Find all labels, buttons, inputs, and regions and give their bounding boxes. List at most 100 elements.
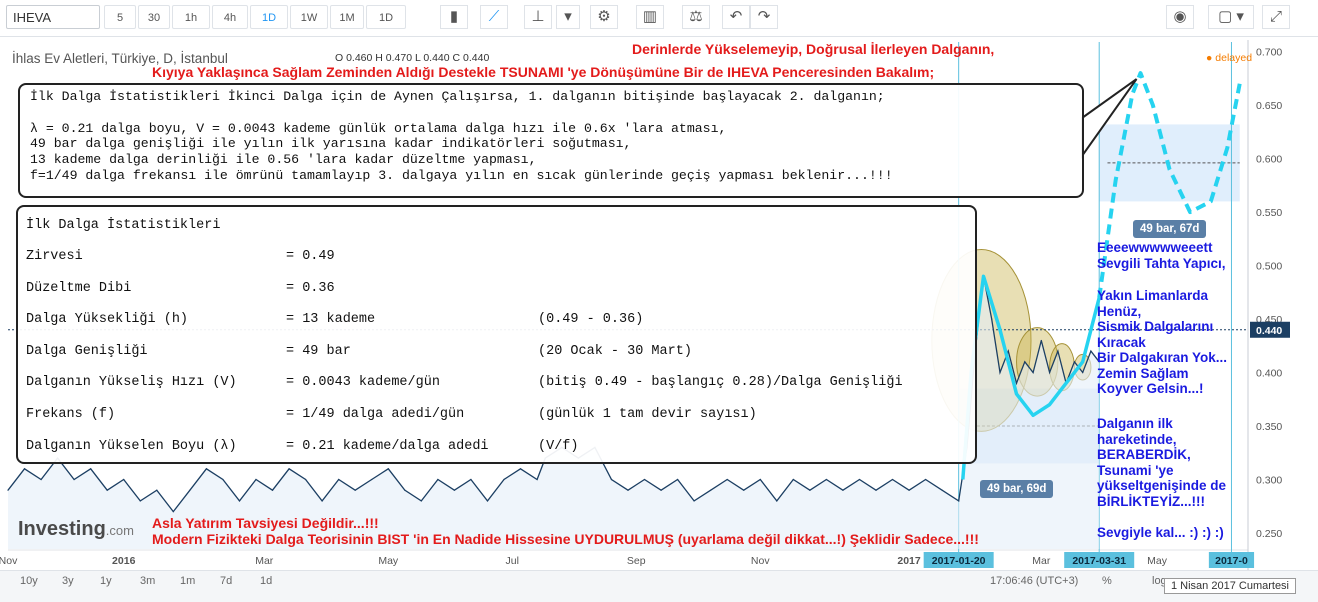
price-point	[842, 489, 844, 491]
range-label-first: 49 bar, 69d	[980, 480, 1054, 498]
callout-line: f=1/49 dalga frekansı ile ömrünü tamamla…	[30, 167, 893, 183]
stats-value: = 0.36	[286, 280, 335, 296]
price-point	[271, 489, 274, 491]
y-tick-label: 0.500	[1256, 261, 1282, 273]
price-point	[726, 478, 728, 481]
price-point	[40, 478, 42, 481]
x-tick-label: 2017-01-20	[932, 555, 986, 567]
date-tooltip: 1 Nisan 2017 Cumartesi	[1164, 578, 1297, 594]
investing-logo: Investing.com	[18, 518, 134, 541]
y-axis-labels: 0.2500.3000.3500.4000.4500.5000.5500.600…	[1250, 47, 1290, 540]
price-point	[776, 500, 778, 502]
stats-value: = 0.49	[286, 249, 335, 264]
note-breakwater: Yakın Limanlarda Henüz, Sismik Dalgaları…	[1097, 288, 1228, 396]
price-point	[1015, 382, 1018, 384]
range-button-1d[interactable]: 1d	[260, 575, 272, 587]
price-point	[90, 468, 92, 470]
stats-row: Zirvesi = 0.49	[26, 241, 967, 273]
stats-row: Frekans (f) = 1/49 dalga adedi/gün (günlük…	[26, 399, 967, 431]
range-label-second: 49 bar, 67d	[1133, 220, 1207, 238]
projection-callout: İlk Dalga İstatistikleri İkinci Dalga iç…	[18, 83, 1084, 198]
headline-line-2: Kıyıya Yaklaşınca Sağlam Zeminden Aldığı…	[152, 64, 935, 80]
price-point	[792, 478, 794, 481]
price-point	[305, 478, 307, 481]
callout-line: İlk Dalga İstatistikleri İkinci Dalga iç…	[30, 89, 885, 104]
stats-row: Dalga Yüksekliği (h) = 13 kademe (0.49 - 0…	[26, 304, 967, 336]
range-button-1y[interactable]: 1y	[100, 575, 112, 587]
price-point	[908, 489, 910, 491]
x-tick-label: Mar	[255, 555, 274, 567]
percent-toggle[interactable]: %	[1102, 575, 1112, 587]
x-tick-label: Mar	[1032, 555, 1051, 567]
price-point	[991, 318, 993, 320]
y-tick-label: 0.250	[1256, 528, 1282, 540]
price-point	[222, 478, 224, 481]
price-point	[1057, 350, 1059, 352]
price-point	[1032, 371, 1034, 374]
price-point	[156, 489, 158, 491]
price-point	[404, 489, 406, 491]
stats-title: İlk Dalga İstatistikleri	[26, 218, 221, 233]
x-tick-label: Nov	[751, 555, 770, 567]
price-point	[106, 489, 108, 491]
price-point	[139, 500, 141, 502]
ohlc-values: O 0.460 H 0.470 L 0.440 C 0.440	[335, 52, 490, 64]
price-point	[387, 468, 389, 470]
price-point	[941, 489, 943, 491]
price-point	[743, 489, 745, 491]
price-point	[1082, 371, 1084, 374]
stats-rows: Zirvesi = 0.49 Düzeltme Dibi = 0.36 Dalga Yü…	[26, 241, 967, 462]
stats-note: (0.49 - 0.36)	[538, 312, 644, 328]
price-point	[536, 478, 538, 481]
stats-row: Dalganın Yükseliş Hızı (V) = 0.0043 kadem…	[26, 367, 967, 399]
price-point	[858, 478, 861, 481]
price-point	[205, 468, 207, 470]
stats-label: Dalganın Yükselen Boyu (λ)	[26, 438, 237, 454]
stats-note: (bitiş 0.49 - başlangıç 0.28)/Dalga Geni…	[538, 375, 903, 391]
y-tick-label: 0.550	[1256, 207, 1282, 219]
x-tick-label: May	[378, 555, 399, 567]
stats-row: Düzeltme Dibi = 0.36	[26, 273, 967, 305]
stats-label: Dalganın Yükseliş Hızı (V)	[26, 375, 237, 391]
price-point	[809, 489, 811, 491]
range-button-3y[interactable]: 3y	[62, 575, 74, 587]
range-button-10y[interactable]: 10y	[20, 575, 38, 587]
y-tick-label: 0.700	[1256, 47, 1282, 59]
note-signoff: Sevgiyle kal... :) :) :)	[1097, 525, 1224, 540]
price-point	[759, 478, 761, 481]
price-point	[486, 500, 489, 502]
bottom-bar	[0, 570, 1318, 602]
price-point	[354, 489, 356, 491]
range-button-3m[interactable]: 3m	[140, 575, 155, 587]
stats-note: (günlük 1 tam devir sayısı)	[538, 406, 757, 422]
current-price-tag: 0.440	[1256, 325, 1282, 337]
y-tick-label: 0.650	[1256, 100, 1282, 112]
range-button-1m[interactable]: 1m	[180, 575, 195, 587]
price-point	[437, 478, 439, 481]
x-tick-label: 2017-03-31	[1072, 555, 1126, 567]
price-point	[1024, 361, 1026, 363]
price-point	[627, 489, 629, 491]
y-tick-label: 0.300	[1256, 474, 1282, 486]
disclaimer-line-1: Asla Yatırım Tavsiyesi Değildir...!!!	[152, 515, 379, 531]
price-point	[503, 478, 505, 481]
price-point	[999, 371, 1001, 374]
y-tick-label: 0.600	[1256, 154, 1282, 166]
delayed-label: delayed	[1215, 52, 1253, 64]
range-button-7d[interactable]: 7d	[220, 575, 232, 587]
price-point	[610, 478, 613, 481]
stats-label: Dalga Yüksekliği (h)	[26, 312, 189, 328]
x-tick-label: Jul	[506, 555, 519, 567]
clock-time: 17:06:46 (UTC+3)	[990, 575, 1079, 587]
price-point	[338, 478, 340, 481]
callout-line	[30, 105, 1072, 121]
callout-lines: İlk Dalga İstatistikleri İkinci Dalga iç…	[30, 89, 1072, 184]
y-tick-label: 0.400	[1256, 368, 1282, 380]
x-axis-labels: Nov 2016 Mar May Jul Sep Nov 2017 2017-01-20 Mar 2…	[0, 552, 1255, 568]
stats-note: (V/f)	[538, 438, 579, 454]
price-point	[891, 478, 894, 481]
price-point	[23, 468, 26, 470]
price-point	[255, 478, 257, 481]
price-point	[1007, 350, 1009, 352]
price-point	[660, 489, 662, 491]
